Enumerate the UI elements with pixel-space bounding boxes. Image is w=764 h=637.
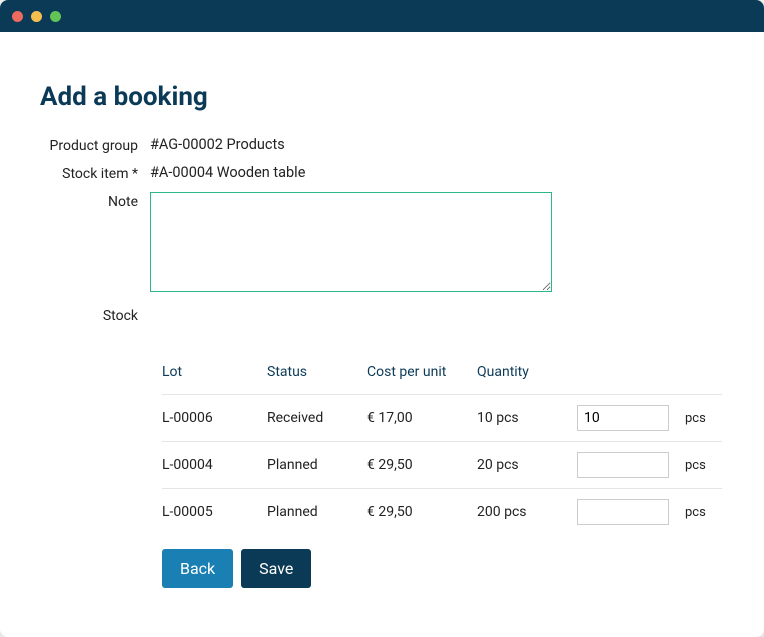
cell-cost: € 29,50	[367, 457, 477, 473]
cell-status: Received	[267, 410, 367, 426]
header-lot: Lot	[162, 364, 267, 380]
cell-cost: € 29,50	[367, 504, 477, 520]
header-cost: Cost per unit	[367, 364, 477, 380]
cell-status: Planned	[267, 457, 367, 473]
cell-quantity: 10 pcs	[477, 410, 577, 426]
product-group-label: Product group	[40, 136, 150, 154]
close-icon[interactable]	[12, 11, 23, 22]
table-row: L-00006 Received € 17,00 10 pcs pcs	[162, 394, 722, 441]
button-group: Back Save	[162, 549, 724, 588]
unit-label: pcs	[677, 505, 719, 520]
table-row: L-00005 Planned € 29,50 200 pcs pcs	[162, 488, 722, 535]
header-status: Status	[267, 364, 367, 380]
back-button[interactable]: Back	[162, 549, 233, 588]
stock-item-row: Stock item * #A-00004 Wooden table	[40, 164, 724, 182]
maximize-icon[interactable]	[50, 11, 61, 22]
product-group-row: Product group #AG-00002 Products	[40, 136, 724, 154]
note-row: Note	[40, 192, 724, 296]
stock-table: Lot Status Cost per unit Quantity L-0000…	[162, 364, 722, 535]
cell-lot: L-00005	[162, 504, 267, 520]
note-textarea[interactable]	[150, 192, 552, 292]
cell-cost: € 17,00	[367, 410, 477, 426]
product-group-value: #AG-00002 Products	[150, 136, 724, 153]
cell-status: Planned	[267, 504, 367, 520]
cell-lot: L-00006	[162, 410, 267, 426]
content-area: Add a booking Product group #AG-00002 Pr…	[0, 32, 764, 637]
page-title: Add a booking	[40, 82, 724, 112]
titlebar	[0, 0, 764, 32]
cell-quantity: 200 pcs	[477, 504, 577, 520]
quantity-input[interactable]	[577, 452, 669, 478]
stock-label: Stock	[40, 306, 150, 324]
cell-lot: L-00004	[162, 457, 267, 473]
stock-row: Stock	[40, 306, 724, 324]
save-button[interactable]: Save	[241, 549, 311, 588]
note-label: Note	[40, 192, 150, 210]
app-window: Add a booking Product group #AG-00002 Pr…	[0, 0, 764, 637]
minimize-icon[interactable]	[31, 11, 42, 22]
unit-label: pcs	[677, 411, 719, 426]
table-row: L-00004 Planned € 29,50 20 pcs pcs	[162, 441, 722, 488]
table-header: Lot Status Cost per unit Quantity	[162, 364, 722, 394]
unit-label: pcs	[677, 458, 719, 473]
quantity-input[interactable]	[577, 499, 669, 525]
quantity-input[interactable]	[577, 405, 669, 431]
stock-item-label: Stock item *	[40, 164, 150, 182]
stock-item-value: #A-00004 Wooden table	[150, 164, 724, 181]
header-quantity: Quantity	[477, 364, 577, 380]
cell-quantity: 20 pcs	[477, 457, 577, 473]
